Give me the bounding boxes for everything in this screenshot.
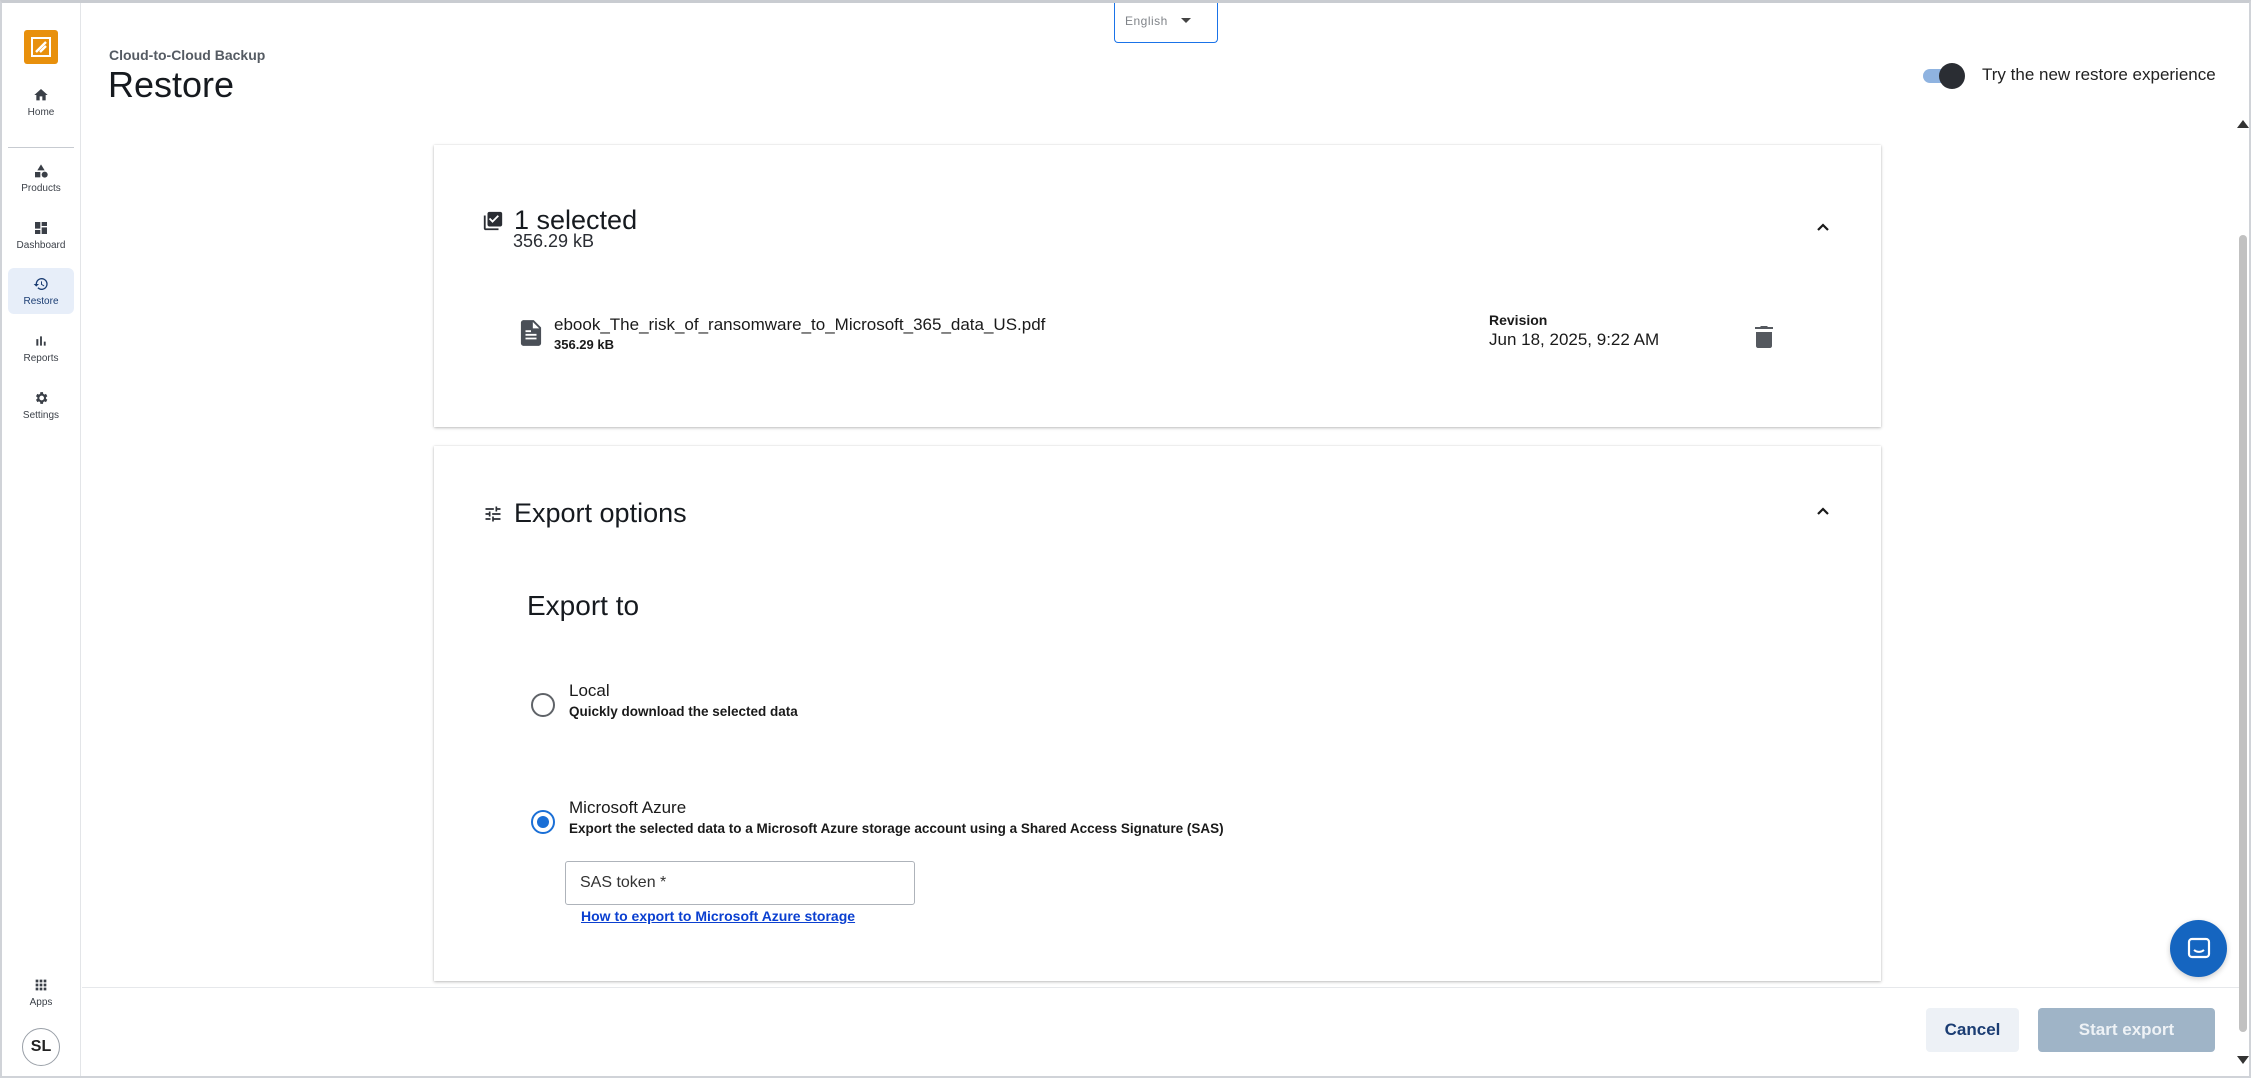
home-icon <box>34 88 48 100</box>
scroll-down-arrow-icon[interactable] <box>2237 1056 2249 1064</box>
export-options-title: Export options <box>514 498 687 528</box>
language-selector[interactable]: English <box>1114 0 1218 43</box>
revision-label: Revision <box>1489 312 1548 328</box>
language-value: English <box>1125 14 1168 28</box>
toggle-knob <box>1939 63 1965 89</box>
checklist-icon <box>483 211 503 230</box>
nav-divider <box>8 147 74 148</box>
export-option-azure[interactable]: Microsoft Azure Export the selected data… <box>531 798 1224 836</box>
page-scrollbar[interactable] <box>2235 112 2249 1072</box>
chat-icon <box>2187 937 2210 958</box>
brand-logo[interactable] <box>24 30 58 64</box>
selected-file-row: ebook_The_risk_of_ransomware_to_Microsof… <box>520 315 1045 352</box>
caret-down-icon <box>1180 18 1191 23</box>
file-document-icon <box>520 320 542 346</box>
azure-help-link[interactable]: How to export to Microsoft Azure storage <box>581 908 855 924</box>
export-option-local[interactable]: Local Quickly download the selected data <box>531 681 798 719</box>
toggle-label: Try the new restore experience <box>1982 65 2216 84</box>
option-title: Local <box>569 681 610 700</box>
scrollbar-thumb[interactable] <box>2239 235 2247 1032</box>
nav-item-label: Home <box>27 106 55 118</box>
bar-chart-icon <box>36 335 46 346</box>
nav-item-settings[interactable]: Settings <box>8 382 74 428</box>
action-footer <box>82 987 2240 1075</box>
collapse-selection-button[interactable] <box>1811 215 1835 239</box>
sas-token-input[interactable] <box>565 861 915 905</box>
apps-grid-icon <box>35 979 47 990</box>
history-icon <box>33 277 48 290</box>
revision-info: Revision Jun 18, 2025, 9:22 AM <box>1489 312 1659 350</box>
nav-item-reports[interactable]: Reports <box>8 325 74 371</box>
cancel-button[interactable]: Cancel <box>1926 1008 2019 1052</box>
user-avatar[interactable]: SL <box>22 1028 60 1066</box>
nav-item-restore[interactable]: Restore <box>8 268 74 314</box>
azure-radio[interactable] <box>531 810 555 834</box>
dashboard-icon <box>35 221 47 234</box>
selection-card: 1 selected 356.29 kB ebook_The_risk_of_r… <box>434 145 1881 427</box>
export-options-header: Export options <box>482 498 687 529</box>
option-description: Quickly download the selected data <box>569 704 798 719</box>
page-title: Restore <box>108 64 235 105</box>
scroll-up-arrow-icon[interactable] <box>2237 120 2249 128</box>
nav-item-apps[interactable]: Apps <box>8 969 74 1015</box>
logo-icon <box>31 37 51 57</box>
selection-total-size: 356.29 kB <box>513 231 595 251</box>
export-to-heading: Export to <box>527 590 640 621</box>
option-description: Export the selected data to a Microsoft … <box>569 821 1224 836</box>
file-size: 356.29 kB <box>554 337 614 352</box>
remove-file-button[interactable] <box>1754 325 1774 354</box>
collapse-export-button[interactable] <box>1811 499 1835 523</box>
trash-icon <box>1755 326 1773 348</box>
tune-icon <box>485 506 501 521</box>
file-name: ebook_The_risk_of_ransomware_to_Microsof… <box>554 315 1046 334</box>
export-options-card: Export options Export to Local Quickly d… <box>434 446 1881 981</box>
gear-icon <box>36 391 48 404</box>
new-experience-toggle-group: Try the new restore experience <box>1920 62 2216 89</box>
apps-label: Apps <box>29 996 53 1008</box>
nav-item-label: Settings <box>22 409 60 421</box>
option-title: Microsoft Azure <box>569 798 687 817</box>
nav-item-products[interactable]: Products <box>8 155 74 201</box>
nav-item-label: Restore <box>23 295 59 307</box>
nav-item-label: Dashboard <box>16 239 66 251</box>
nav-item-home[interactable]: Home <box>8 79 74 125</box>
breadcrumb[interactable]: Cloud-to-Cloud Backup <box>109 47 265 63</box>
side-nav: Home Products Dashboard Restore Reports … <box>2 3 81 1076</box>
nav-item-label: Reports <box>23 352 59 364</box>
new-experience-toggle[interactable] <box>1920 62 1966 89</box>
start-export-button[interactable]: Start export <box>2038 1008 2215 1052</box>
nav-item-dashboard[interactable]: Dashboard <box>8 212 74 258</box>
local-radio[interactable] <box>531 693 555 717</box>
revision-date: Jun 18, 2025, 9:22 AM <box>1489 330 1660 349</box>
chat-support-button[interactable] <box>2170 920 2227 977</box>
nav-item-label: Products <box>21 182 61 194</box>
chevron-up-icon <box>1817 223 1829 231</box>
shapes-icon <box>35 163 48 178</box>
chevron-up-icon <box>1817 507 1829 515</box>
